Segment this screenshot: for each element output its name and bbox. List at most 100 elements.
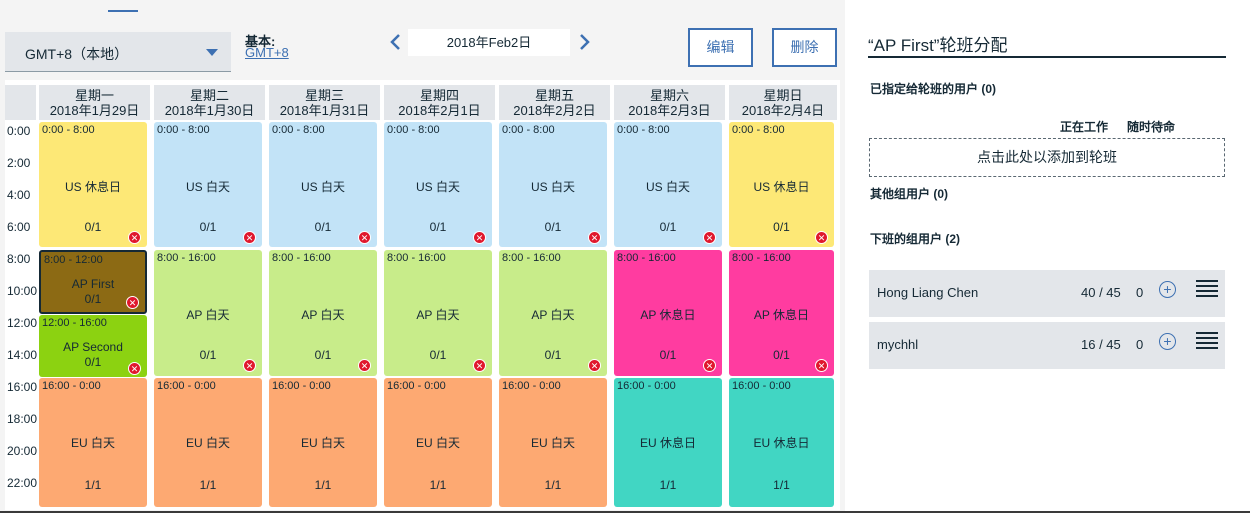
day-column-tue: 0:00 - 8:00 US 白天 0/1 ✕ 8:00 - 16:00 AP …	[154, 122, 262, 508]
delete-shift-icon[interactable]: ✕	[588, 359, 601, 372]
shift-block[interactable]: 0:00 - 8:00 US 白天 0/1 ✕	[499, 122, 607, 247]
shift-block[interactable]: 16:00 - 0:00 EU 白天 1/1	[269, 378, 377, 507]
shift-label: EU 白天	[530, 436, 575, 450]
day-header-fri: 星期五 2018年2月2日	[499, 85, 610, 120]
tab-underline	[108, 10, 138, 12]
shift-count: 1/1	[773, 478, 790, 492]
user-row[interactable]: mychhl 16 / 45 0 +	[869, 322, 1225, 369]
delete-shift-icon[interactable]: ✕	[473, 231, 486, 244]
working-column-header: 正在工作	[1060, 120, 1109, 134]
shift-block[interactable]: 8:00 - 16:00 AP 白天 0/1 ✕	[269, 250, 377, 376]
user-row[interactable]: Hong Liang Chen 40 / 45 0 +	[869, 270, 1225, 317]
shift-label: US 白天	[300, 180, 345, 194]
shift-block[interactable]: 0:00 - 8:00 US 白天 0/1 ✕	[154, 122, 262, 247]
shift-label: EU 白天	[415, 436, 460, 450]
shift-label: AP Second	[63, 340, 123, 354]
shift-time: 0:00 - 8:00	[617, 124, 670, 136]
delete-shift-icon[interactable]: ✕	[815, 359, 828, 372]
delete-shift-icon[interactable]: ✕	[703, 231, 716, 244]
add-to-shift-dropzone[interactable]: 点击此处以添加到轮班	[869, 138, 1225, 177]
base-timezone-link[interactable]: GMT+8	[245, 45, 289, 60]
shift-block[interactable]: 8:00 - 16:00 AP 休息日 0/1 ✕	[729, 250, 834, 376]
shift-block[interactable]: 8:00 - 16:00 AP 白天 0/1 ✕	[154, 250, 262, 376]
offduty-users-heading: 下班的组用户 (2)	[870, 232, 961, 246]
shift-label: EU 白天	[185, 436, 230, 450]
user-name: mychhl	[877, 337, 919, 352]
shift-block[interactable]: 16:00 - 0:00 EU 白天 1/1	[39, 378, 147, 507]
shift-label: US 休息日	[64, 180, 121, 194]
add-user-icon[interactable]: +	[1159, 281, 1176, 298]
delete-shift-icon[interactable]: ✕	[358, 231, 371, 244]
shift-block[interactable]: 16:00 - 0:00 EU 休息日 1/1	[729, 378, 834, 507]
shift-block[interactable]: 8:00 - 16:00 AP 白天 0/1 ✕	[499, 250, 607, 376]
other-users-heading: 其他组用户 (0)	[870, 187, 949, 201]
delete-button[interactable]: 删除	[772, 28, 837, 67]
assigned-heading: 已指定给轮班的用户 (0)	[870, 82, 997, 96]
delete-shift-icon[interactable]: ✕	[815, 231, 828, 244]
delete-shift-icon[interactable]: ✕	[128, 231, 141, 244]
user-oncall: 0	[1136, 285, 1144, 300]
delete-shift-icon[interactable]: ✕	[128, 362, 141, 375]
shift-block[interactable]: 8:00 - 16:00 AP 休息日 0/1 ✕	[614, 250, 722, 376]
delete-shift-icon[interactable]: ✕	[473, 359, 486, 372]
shift-block[interactable]: 0:00 - 8:00 US 休息日 0/1 ✕	[729, 122, 834, 247]
shift-block[interactable]: 0:00 - 8:00 US 白天 0/1 ✕	[384, 122, 492, 247]
shift-time: 0:00 - 8:00	[272, 124, 325, 136]
weekday: 星期四	[419, 88, 459, 103]
weekday: 星期一	[74, 88, 114, 103]
time-label: 2:00	[7, 156, 31, 170]
oncall-column-header: 随时待命	[1127, 120, 1176, 134]
shift-label: US 休息日	[753, 180, 810, 194]
shift-time: 8:00 - 16:00	[732, 252, 791, 264]
weekday: 星期日	[763, 88, 803, 103]
prev-week-arrow-icon[interactable]	[388, 33, 404, 51]
day-header-sun: 星期日 2018年2月4日	[729, 85, 837, 120]
shift-time: 8:00 - 16:00	[157, 252, 216, 264]
shift-block[interactable]: 0:00 - 8:00 US 白天 0/1 ✕	[269, 122, 377, 247]
time-label: 18:00	[7, 412, 38, 426]
day-column-wed: 0:00 - 8:00 US 白天 0/1 ✕ 8:00 - 16:00 AP …	[269, 122, 377, 508]
delete-shift-icon[interactable]: ✕	[703, 359, 716, 372]
shift-time: 0:00 - 8:00	[502, 124, 555, 136]
shift-block[interactable]: 12:00 - 16:00 AP Second 0/1 ✕	[39, 315, 147, 377]
shift-block[interactable]: 8:00 - 16:00 AP 白天 0/1 ✕	[384, 250, 492, 376]
shift-label: US 白天	[530, 180, 575, 194]
divider	[868, 56, 1226, 58]
shift-time: 8:00 - 16:00	[272, 252, 331, 264]
shift-time: 8:00 - 12:00	[44, 254, 103, 266]
edit-button[interactable]: 编辑	[688, 28, 753, 67]
shift-block[interactable]: 16:00 - 0:00 EU 休息日 1/1	[614, 378, 722, 507]
day-date: 2018年2月4日	[741, 103, 825, 118]
day-column-sat: 0:00 - 8:00 US 白天 0/1 ✕ 8:00 - 16:00 AP …	[614, 122, 722, 508]
weekday: 星期二	[189, 88, 229, 103]
shift-block-selected[interactable]: 8:00 - 12:00 AP First 0/1 ✕	[39, 250, 147, 314]
drag-handle-icon[interactable]	[1196, 332, 1218, 350]
shift-label: AP First	[71, 277, 115, 291]
shift-block[interactable]: 16:00 - 0:00 EU 白天 1/1	[499, 378, 607, 507]
shift-label: EU 休息日	[753, 436, 810, 450]
shift-block[interactable]: 16:00 - 0:00 EU 白天 1/1	[154, 378, 262, 507]
date-display[interactable]: 2018年Feb2日	[408, 29, 570, 56]
timezone-select[interactable]: GMT+8（本地）	[5, 32, 231, 72]
shift-count: 1/1	[84, 478, 102, 492]
shift-block[interactable]: 16:00 - 0:00 EU 白天 1/1	[384, 378, 492, 507]
delete-shift-icon[interactable]: ✕	[358, 359, 371, 372]
weekday: 星期六	[649, 88, 689, 103]
shift-label: AP 休息日	[640, 308, 696, 322]
day-date: 2018年2月3日	[628, 103, 711, 118]
schedule-area: GMT+8（本地） 基本: GMT+8 2018年Feb2日 编辑 删除 0:0…	[0, 0, 845, 513]
drag-handle-icon[interactable]	[1196, 280, 1218, 298]
shift-time: 0:00 - 8:00	[157, 124, 210, 136]
time-header	[5, 85, 36, 120]
shift-label: AP 白天	[531, 308, 575, 322]
delete-shift-icon[interactable]: ✕	[126, 296, 139, 309]
time-label: 12:00	[7, 316, 38, 330]
delete-shift-icon[interactable]: ✕	[243, 231, 256, 244]
next-week-arrow-icon[interactable]	[576, 33, 592, 51]
delete-shift-icon[interactable]: ✕	[243, 359, 256, 372]
shift-time: 0:00 - 8:00	[42, 124, 95, 136]
shift-block[interactable]: 0:00 - 8:00 US 休息日 0/1 ✕	[39, 122, 147, 247]
shift-block[interactable]: 0:00 - 8:00 US 白天 0/1 ✕	[614, 122, 722, 247]
delete-shift-icon[interactable]: ✕	[588, 231, 601, 244]
add-user-icon[interactable]: +	[1159, 333, 1176, 350]
